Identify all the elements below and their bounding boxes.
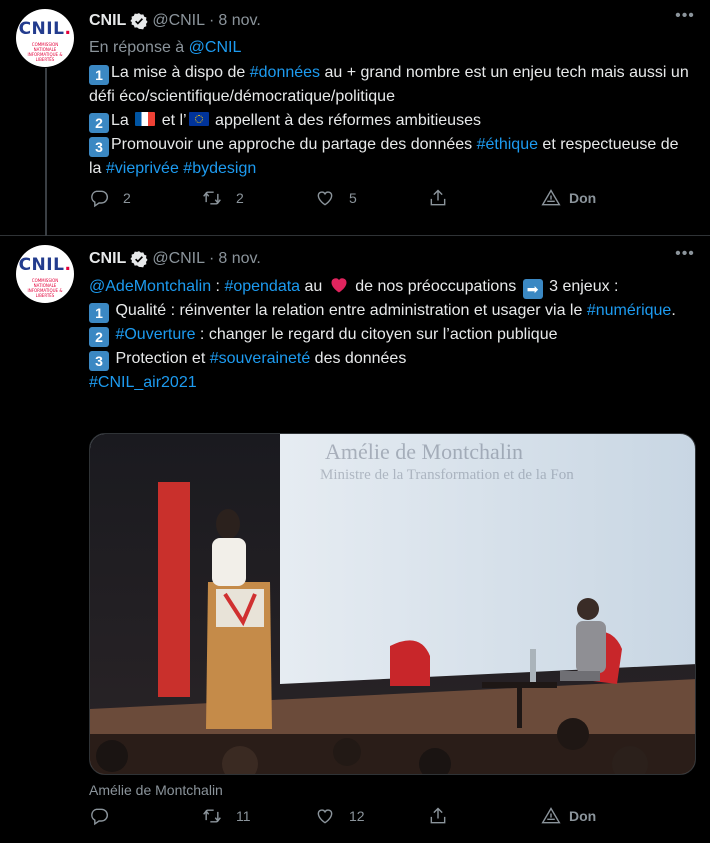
like-icon xyxy=(317,191,333,206)
hashtag-link[interactable]: #données xyxy=(250,64,320,81)
text-segment: et l’ xyxy=(157,112,187,129)
avatar-logo: CNIL. xyxy=(18,19,72,39)
avatar[interactable]: CNIL. COMMISSION NATIONALE INFORMATIQUE … xyxy=(16,9,74,67)
text-segment: : xyxy=(211,278,225,295)
like-button[interactable]: 12 xyxy=(315,806,365,826)
keycap-3-icon: 3 xyxy=(89,351,109,371)
hashtag-link[interactable]: #Ouverture xyxy=(111,326,195,343)
author-handle[interactable]: @CNIL xyxy=(152,12,205,30)
reply-button[interactable] xyxy=(89,806,123,826)
text-segment: des données xyxy=(310,350,407,367)
tweet-date[interactable]: 8 nov. xyxy=(218,250,260,268)
retweet-button[interactable]: 11 xyxy=(202,806,251,826)
text-segment: au xyxy=(300,278,327,295)
hashtag-link[interactable]: #souveraineté xyxy=(210,350,311,367)
thread-connector xyxy=(45,68,47,236)
text-segment: : changer le regard du citoyen sur l’act… xyxy=(195,326,558,343)
avatar-subtext: COMMISSION NATIONALE INFORMATIQUE & LIBE… xyxy=(27,42,63,62)
verified-badge-icon xyxy=(130,251,148,268)
donate-label: Don xyxy=(569,808,597,824)
keycap-2-icon: 2 xyxy=(89,327,109,347)
tweet-header: CNIL @CNIL · 8 nov. xyxy=(89,247,694,271)
like-button[interactable]: 5 xyxy=(315,188,357,208)
tweet-photo[interactable]: Amélie de Montchalin Ministre de la Tran… xyxy=(89,433,696,775)
donate-icon xyxy=(541,189,561,206)
text-segment: Protection et xyxy=(111,350,210,367)
share-button[interactable] xyxy=(428,806,448,826)
keycap-3-icon: 3 xyxy=(89,137,109,157)
keycap-2-icon: 2 xyxy=(89,113,109,133)
donate-button[interactable]: Don xyxy=(541,188,596,208)
text-segment: La xyxy=(111,112,134,129)
like-count: 12 xyxy=(349,808,365,824)
hashtag-link[interactable]: #éthique xyxy=(477,136,538,153)
verified-badge-icon xyxy=(130,13,148,30)
tweet-text: 1 La mise à dispo de #données au + grand … xyxy=(89,61,694,181)
photo-caption: Amélie de Montchalin xyxy=(89,782,223,798)
text-segment: 3 enjeux : xyxy=(544,278,619,295)
reply-context: En réponse à @CNIL xyxy=(89,37,694,59)
separator-dot: · xyxy=(209,250,215,267)
reply-count: 2 xyxy=(123,190,131,206)
keycap-1-icon: 1 xyxy=(89,65,109,85)
text-segment: . xyxy=(671,302,676,319)
hashtag-link[interactable]: #opendata xyxy=(224,278,300,295)
share-icon xyxy=(430,807,446,824)
tweet-2[interactable]: CNIL. COMMISSION NATIONALE INFORMATIQUE … xyxy=(0,236,710,843)
tweet-date[interactable]: 8 nov. xyxy=(218,12,260,30)
avatar-logo: CNIL. xyxy=(18,255,72,275)
right-arrow-icon: ➡ xyxy=(522,279,543,299)
share-icon xyxy=(430,189,446,206)
like-icon xyxy=(317,809,333,824)
retweet-button[interactable]: 2 xyxy=(202,188,244,208)
like-count: 5 xyxy=(349,190,357,206)
author-name[interactable]: CNIL xyxy=(89,250,126,268)
hashtag-link[interactable]: #vieprivée xyxy=(106,160,179,177)
screen-subtitle-text: Ministre de la Transformation et de la F… xyxy=(320,467,574,483)
tweet-text: @AdeMontchalin : #opendata au de nos pré… xyxy=(89,275,694,395)
reply-prefix: En réponse à xyxy=(89,39,185,56)
retweet-count: 11 xyxy=(236,808,251,824)
red-heart-icon xyxy=(331,278,347,293)
screen-title-text: Amélie de Montchalin xyxy=(325,439,523,464)
reply-handle-link[interactable]: @CNIL xyxy=(189,39,242,56)
text-segment: Promouvoir une approche du partage des d… xyxy=(111,136,477,153)
separator-dot: · xyxy=(209,12,215,29)
eu-flag-icon xyxy=(188,112,209,126)
reply-icon xyxy=(91,808,109,826)
text-segment: appellent à des réformes ambitieuses xyxy=(210,112,481,129)
donate-button[interactable]: Don xyxy=(541,806,596,826)
share-button[interactable] xyxy=(428,188,448,208)
text-segment: de nos préoccupations xyxy=(350,278,521,295)
text-segment: La mise à dispo de xyxy=(111,64,250,81)
author-name[interactable]: CNIL xyxy=(89,12,126,30)
more-icon[interactable]: ••• xyxy=(674,8,696,29)
reply-icon xyxy=(91,190,109,208)
retweet-icon xyxy=(203,809,221,823)
author-handle[interactable]: @CNIL xyxy=(152,250,205,268)
hashtag-link[interactable]: #numérique xyxy=(587,302,672,319)
avatar-subtext: COMMISSION NATIONALE INFORMATIQUE & LIBE… xyxy=(27,278,63,298)
retweet-count: 2 xyxy=(236,190,244,206)
donate-icon xyxy=(541,807,561,824)
photo-illustration xyxy=(90,434,695,774)
france-flag-icon xyxy=(135,112,156,126)
hashtag-link[interactable]: #bydesign xyxy=(183,160,256,177)
retweet-icon xyxy=(203,191,221,205)
mention-link[interactable]: @AdeMontchalin xyxy=(89,278,211,295)
more-icon[interactable]: ••• xyxy=(674,246,696,267)
donate-label: Don xyxy=(569,190,597,206)
reply-button[interactable]: 2 xyxy=(89,188,131,208)
tweet-header: CNIL @CNIL · 8 nov. xyxy=(89,9,694,33)
hashtag-link[interactable]: #CNIL_air2021 xyxy=(89,374,197,391)
tweet-1[interactable]: CNIL. COMMISSION NATIONALE INFORMATIQUE … xyxy=(0,0,710,236)
text-segment: Qualité : réinventer la relation entre a… xyxy=(111,302,587,319)
keycap-1-icon: 1 xyxy=(89,303,109,323)
avatar[interactable]: CNIL. COMMISSION NATIONALE INFORMATIQUE … xyxy=(16,245,74,303)
